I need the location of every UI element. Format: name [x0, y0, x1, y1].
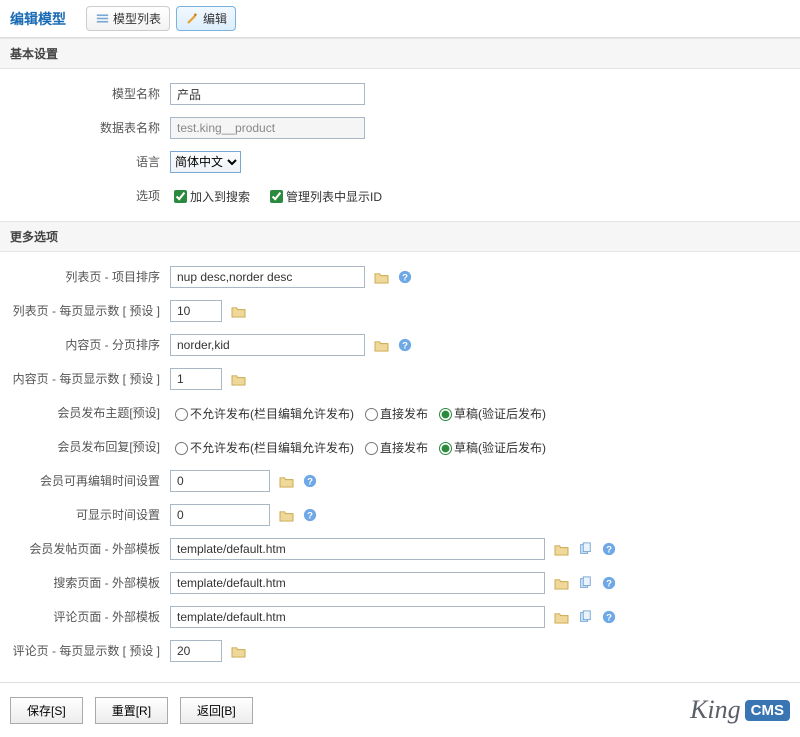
label-content-sort: 内容页 - 分页排序	[10, 334, 170, 356]
browse-icon[interactable]	[278, 507, 294, 523]
input-search-tpl[interactable]	[170, 572, 545, 594]
label-member-reply: 会员发布回复[预设]	[10, 436, 170, 458]
checkbox-add-search-label: 加入到搜索	[190, 188, 250, 205]
list-icon	[95, 12, 109, 26]
label-comment-perpage: 评论页 - 每页显示数 [ 预设 ]	[10, 640, 170, 662]
input-reedit-time[interactable]	[170, 470, 270, 492]
copy-icon[interactable]	[577, 609, 593, 625]
checkbox-show-id-input[interactable]	[270, 190, 283, 203]
help-icon[interactable]: ?	[302, 473, 318, 489]
input-list-sort[interactable]	[170, 266, 365, 288]
edit-icon	[185, 12, 199, 26]
checkbox-show-id-label: 管理列表中显示ID	[286, 188, 382, 205]
svg-text:?: ?	[402, 341, 408, 352]
browse-icon[interactable]	[230, 303, 246, 319]
brand-logo: King CMS	[690, 695, 790, 725]
browse-icon[interactable]	[553, 575, 569, 591]
label-content-perpage: 内容页 - 每页显示数 [ 预设 ]	[10, 368, 170, 390]
input-comment-tpl[interactable]	[170, 606, 545, 628]
label-options: 选项	[10, 185, 170, 207]
radio-post-direct[interactable]: 直接发布	[360, 405, 428, 422]
input-display-time[interactable]	[170, 504, 270, 526]
radio-reply-draft[interactable]: 草稿(验证后发布)	[434, 439, 546, 456]
nav-edit-label: 编辑	[203, 10, 227, 27]
help-icon[interactable]: ?	[601, 609, 617, 625]
label-member-post: 会员发布主题[预设]	[10, 402, 170, 424]
input-content-perpage[interactable]	[170, 368, 222, 390]
label-post-tpl: 会员发帖页面 - 外部模板	[10, 538, 170, 560]
brand-king: King	[690, 695, 741, 725]
input-comment-perpage[interactable]	[170, 640, 222, 662]
input-model-name[interactable]	[170, 83, 365, 105]
browse-icon[interactable]	[373, 269, 389, 285]
save-button[interactable]: 保存[S]	[10, 697, 83, 724]
svg-text:?: ?	[402, 273, 408, 284]
checkbox-add-search[interactable]: 加入到搜索	[170, 187, 250, 206]
browse-icon[interactable]	[373, 337, 389, 353]
nav-edit[interactable]: 编辑	[176, 6, 236, 31]
input-list-perpage[interactable]	[170, 300, 222, 322]
section-basic: 基本设置	[0, 38, 800, 69]
svg-text:?: ?	[606, 545, 612, 556]
label-list-sort: 列表页 - 项目排序	[10, 266, 170, 288]
input-post-tpl[interactable]	[170, 538, 545, 560]
svg-text:?: ?	[307, 477, 313, 488]
browse-icon[interactable]	[230, 371, 246, 387]
radio-post-draft[interactable]: 草稿(验证后发布)	[434, 405, 546, 422]
label-reedit-time: 会员可再编辑时间设置	[10, 470, 170, 492]
help-icon[interactable]: ?	[601, 541, 617, 557]
input-table-name	[170, 117, 365, 139]
label-language: 语言	[10, 151, 170, 173]
checkbox-show-id[interactable]: 管理列表中显示ID	[266, 187, 382, 206]
input-content-sort[interactable]	[170, 334, 365, 356]
reset-button[interactable]: 重置[R]	[95, 697, 168, 724]
browse-icon[interactable]	[230, 643, 246, 659]
svg-text:?: ?	[606, 613, 612, 624]
label-comment-tpl: 评论页面 - 外部模板	[10, 606, 170, 628]
copy-icon[interactable]	[577, 575, 593, 591]
label-table-name: 数据表名称	[10, 117, 170, 139]
browse-icon[interactable]	[553, 609, 569, 625]
help-icon[interactable]: ?	[302, 507, 318, 523]
label-model-name: 模型名称	[10, 83, 170, 105]
label-display-time: 可显示时间设置	[10, 504, 170, 526]
page-title: 编辑模型	[10, 9, 66, 29]
checkbox-add-search-input[interactable]	[174, 190, 187, 203]
section-more: 更多选项	[0, 221, 800, 252]
help-icon[interactable]: ?	[601, 575, 617, 591]
browse-icon[interactable]	[553, 541, 569, 557]
copy-icon[interactable]	[577, 541, 593, 557]
radio-reply-no[interactable]: 不允许发布(栏目编辑允许发布)	[170, 439, 354, 456]
brand-cms: CMS	[745, 700, 790, 721]
select-language[interactable]: 简体中文	[170, 151, 241, 173]
nav-model-list-label: 模型列表	[113, 10, 161, 27]
back-button[interactable]: 返回[B]	[180, 697, 253, 724]
radio-post-no[interactable]: 不允许发布(栏目编辑允许发布)	[170, 405, 354, 422]
label-search-tpl: 搜索页面 - 外部模板	[10, 572, 170, 594]
browse-icon[interactable]	[278, 473, 294, 489]
svg-text:?: ?	[606, 579, 612, 590]
label-list-perpage: 列表页 - 每页显示数 [ 预设 ]	[10, 300, 170, 322]
help-icon[interactable]: ?	[397, 269, 413, 285]
nav-model-list[interactable]: 模型列表	[86, 6, 170, 31]
radio-reply-direct[interactable]: 直接发布	[360, 439, 428, 456]
svg-text:?: ?	[307, 511, 313, 522]
help-icon[interactable]: ?	[397, 337, 413, 353]
